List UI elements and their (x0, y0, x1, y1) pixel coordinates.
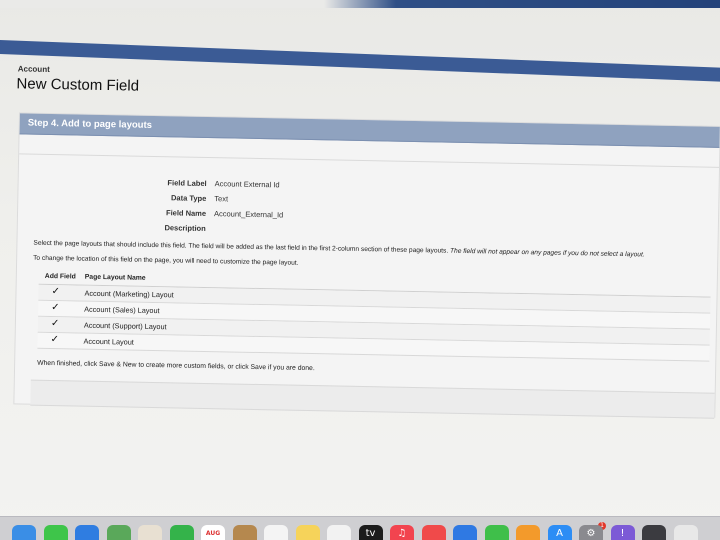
dock: 1 AUG tv ♫ A ⚙! (0, 516, 720, 540)
field-label-value: Account External Id (214, 179, 280, 190)
facetime-icon[interactable] (169, 525, 194, 540)
mail-icon[interactable] (75, 525, 99, 540)
page-layouts-table: Add Field Page Layout Name ✓ Account (Ma… (37, 271, 711, 362)
page-layout-name: Account (Marketing) Layout (84, 288, 174, 300)
finished-note: When finished, click Save & New to creat… (37, 359, 315, 373)
instructions-italic-text: The field will not appear on any pages i… (449, 247, 645, 259)
photos-icon[interactable] (138, 525, 162, 540)
calendar-glyph: AUG (205, 530, 221, 537)
add-field-checkbox[interactable]: ✓ (51, 302, 60, 313)
calendar-icon[interactable]: AUG (201, 525, 225, 540)
page-layout-name: Account (Sales) Layout (84, 304, 160, 316)
reminders-icon[interactable] (264, 525, 288, 540)
page-layout-name: Account (Support) Layout (83, 320, 167, 332)
chrome-icon[interactable] (673, 525, 698, 540)
column-page-layout-name: Page Layout Name (84, 273, 146, 282)
pages-icon[interactable] (516, 525, 540, 540)
finder-icon[interactable] (12, 525, 36, 540)
page-layout-name: Account Layout (83, 336, 134, 347)
screen: Account New Custom Field Step 4. Add to … (0, 0, 720, 540)
app-store-icon[interactable]: A (547, 525, 572, 540)
tv-glyph: tv (365, 528, 376, 539)
add-field-checkbox[interactable]: ✓ (51, 286, 60, 297)
system-settings-glyph: ⚙ (586, 528, 596, 539)
freeform-icon[interactable] (327, 525, 351, 540)
instructions-text: Select the page layouts that should incl… (33, 239, 449, 255)
numbers-icon[interactable] (484, 525, 509, 540)
music-icon[interactable]: ♫ (390, 525, 414, 540)
add-field-checkbox[interactable]: ✓ (50, 334, 59, 345)
field-label-label: Field Label (167, 178, 207, 188)
messages-icon[interactable] (43, 525, 68, 540)
step-panel: Step 4. Add to page layouts Field Label … (13, 112, 720, 419)
field-name-label: Field Name (165, 208, 207, 218)
object-name: Account (17, 64, 50, 74)
data-type-label: Data Type (170, 193, 207, 203)
add-field-checkbox[interactable]: ✓ (51, 318, 60, 329)
news-icon[interactable] (421, 525, 446, 540)
notes-icon[interactable] (295, 525, 320, 540)
column-add-field: Add Field (44, 272, 76, 281)
top-blue-strip (0, 0, 720, 8)
data-type-value: Text (214, 194, 229, 204)
instructions-line-2: To change the location of this field on … (33, 254, 299, 267)
page-title: New Custom Field (16, 75, 140, 95)
app-store-glyph: A (556, 528, 563, 539)
tv-icon[interactable]: tv (358, 525, 383, 540)
field-name-value: Account_External_Id (213, 209, 284, 220)
feedback-icon[interactable]: ! (610, 525, 635, 540)
step-title: Step 4. Add to page layouts (27, 117, 153, 131)
maps-icon[interactable] (106, 525, 131, 540)
table-body: ✓ Account (Marketing) Layout ✓ Account (… (37, 284, 711, 362)
button-band (30, 379, 715, 419)
description-label: Description (164, 223, 206, 233)
system-settings-icon[interactable]: ⚙ (579, 525, 603, 540)
contacts-icon[interactable] (232, 525, 257, 540)
feedback-glyph: ! (620, 528, 625, 539)
iphone-mirroring-icon[interactable] (642, 525, 666, 540)
keynote-icon[interactable] (453, 525, 477, 540)
music-glyph: ♫ (397, 528, 407, 539)
